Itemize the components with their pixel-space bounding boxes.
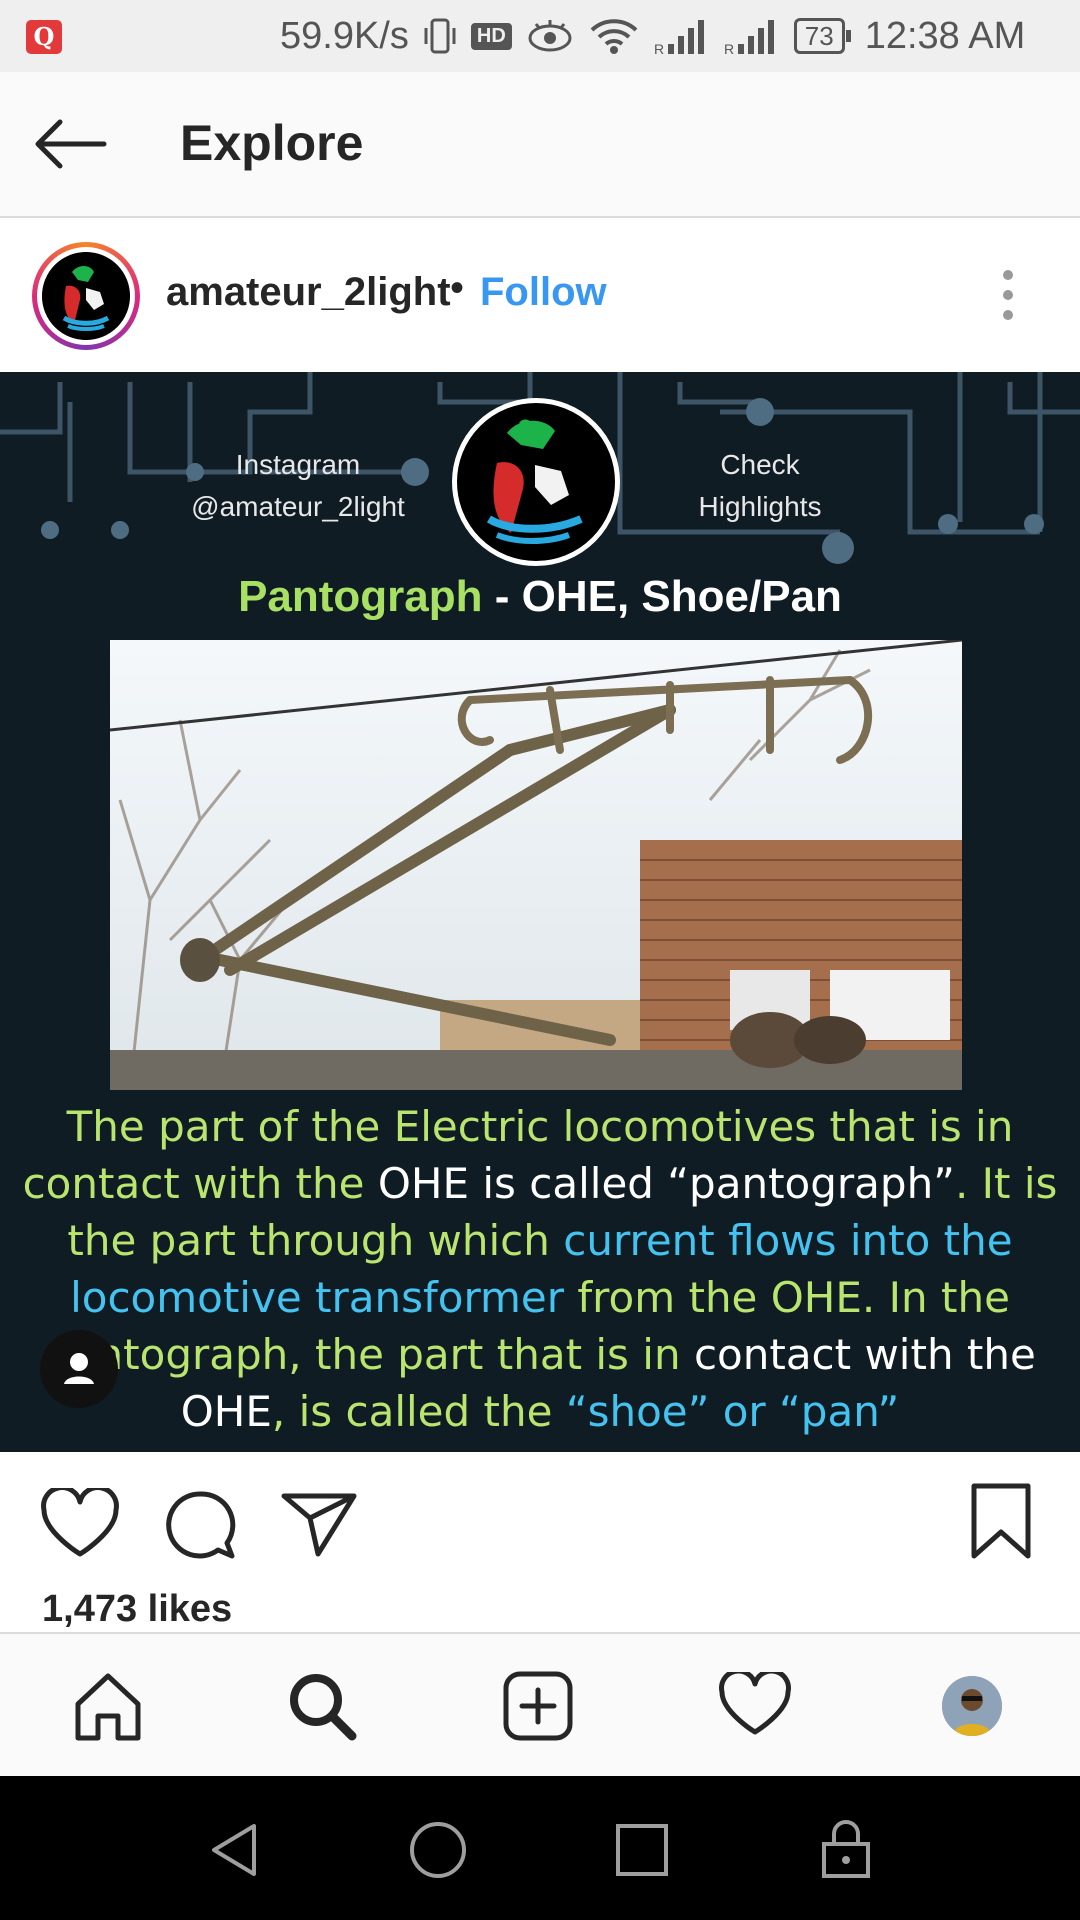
- svg-text:R: R: [654, 41, 664, 56]
- tagged-people-button[interactable]: [40, 1330, 118, 1408]
- check-label-line1: Check: [720, 449, 800, 480]
- hd-badge: HD: [470, 22, 512, 50]
- system-navigation-bar: [0, 1776, 1080, 1920]
- search-icon[interactable]: [286, 1670, 358, 1742]
- post-header: amateur_2light • Follow: [0, 218, 1080, 370]
- caption-part-2: OHE: [377, 1159, 470, 1208]
- more-options-icon[interactable]: [998, 270, 1018, 322]
- system-home-icon[interactable]: [408, 1820, 468, 1880]
- likes-count[interactable]: 1,473 likes: [42, 1588, 232, 1631]
- username[interactable]: amateur_2light: [166, 270, 451, 315]
- caption-part-3: is called “pantograph”: [469, 1159, 955, 1208]
- share-send-icon[interactable]: [280, 1488, 358, 1560]
- heading-dash: -: [482, 572, 522, 621]
- caption-part-9: “shoe” or “pan”: [565, 1387, 900, 1436]
- check-label-line2: Highlights: [698, 491, 822, 522]
- vibrate-icon: [423, 16, 457, 56]
- follow-button[interactable]: Follow: [480, 270, 607, 315]
- signal-icon-2: R: [724, 16, 780, 56]
- instagram-label-line2: @amateur_2light: [191, 491, 405, 522]
- svg-text:R: R: [724, 41, 734, 56]
- eye-icon: [526, 16, 574, 56]
- like-heart-icon[interactable]: [40, 1485, 120, 1560]
- network-speed: 59.9K/s: [280, 14, 409, 57]
- activity-heart-icon[interactable]: [718, 1668, 792, 1738]
- profile-avatar[interactable]: [942, 1676, 1002, 1736]
- page-title: Explore: [180, 115, 364, 171]
- instagram-label-line1: Instagram: [235, 449, 361, 480]
- status-bar: Q 59.9K/s HD R R 73 12:38 AM: [0, 0, 1080, 72]
- post-actions: 1,473 likes: [0, 1452, 1080, 1632]
- image-heading: Pantograph - OHE, Shoe/Pan: [0, 572, 1080, 622]
- new-post-icon[interactable]: [502, 1670, 574, 1742]
- top-app-bar: Explore: [0, 72, 1080, 218]
- caption-part-8: , is called the: [271, 1387, 566, 1436]
- post-image[interactable]: Instagram @amateur_2light Check Highligh…: [0, 372, 1080, 1452]
- wifi-icon: [588, 16, 640, 56]
- heading-green: Pantograph: [238, 572, 483, 621]
- comment-icon[interactable]: [162, 1488, 238, 1564]
- image-caption-text: The part of the Electric locomotives tha…: [10, 1098, 1070, 1440]
- heading-white: OHE, Shoe/Pan: [521, 572, 842, 621]
- pantograph-photo: [110, 640, 962, 1090]
- check-highlights-label: Check Highlights: [640, 444, 880, 528]
- signal-icon-1: R: [654, 16, 710, 56]
- battery-icon: 73: [793, 18, 851, 54]
- back-arrow-icon[interactable]: [30, 112, 110, 176]
- status-indicators: 59.9K/s HD R R 73 12:38 AM: [280, 10, 1039, 62]
- brand-logo: [452, 398, 620, 566]
- app-notification-icon: Q: [26, 20, 62, 54]
- avatar[interactable]: [32, 242, 140, 350]
- separator-dot: •: [450, 266, 465, 310]
- avatar-logo-image: [42, 252, 130, 340]
- system-lock-icon[interactable]: [820, 1816, 872, 1880]
- system-back-icon[interactable]: [206, 1820, 262, 1880]
- system-recents-icon[interactable]: [614, 1822, 670, 1878]
- save-bookmark-icon[interactable]: [968, 1482, 1034, 1562]
- clock: 12:38 AM: [864, 14, 1026, 57]
- home-icon[interactable]: [72, 1670, 144, 1742]
- bottom-navigation: [0, 1632, 1080, 1778]
- instagram-handle-label: Instagram @amateur_2light: [160, 444, 436, 528]
